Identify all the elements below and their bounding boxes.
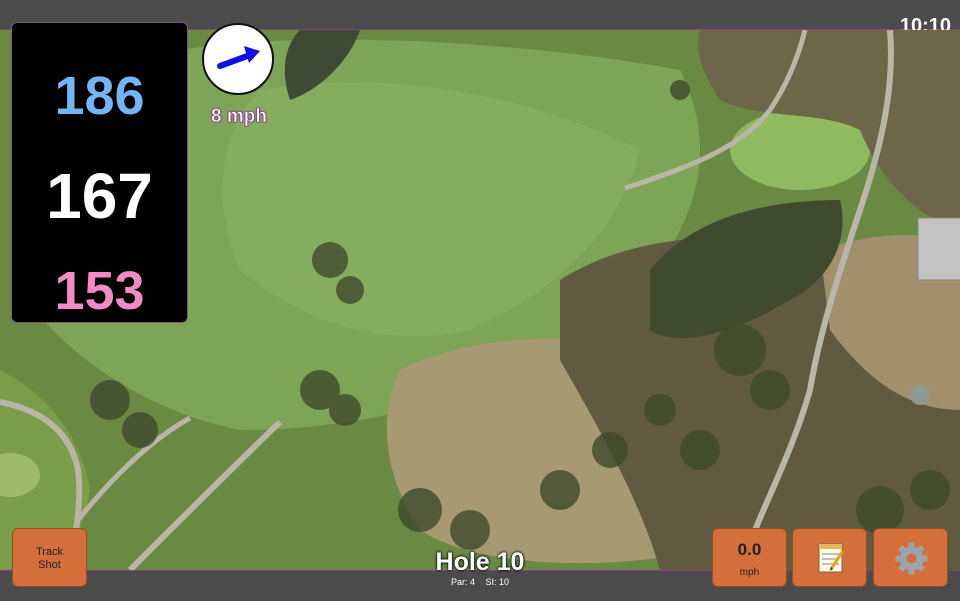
notes-button[interactable] <box>792 528 867 587</box>
settings-button[interactable] <box>873 528 948 587</box>
distance-back: 186 <box>54 66 145 126</box>
wind-arrow-icon <box>217 46 260 69</box>
track-label-line1: Track <box>35 546 64 558</box>
hole-par: Par: 4 <box>450 577 475 587</box>
speed-button[interactable]: 0.0 mph <box>712 528 787 587</box>
hole-title: Hole 10 <box>435 548 525 576</box>
notepad-icon <box>818 543 845 573</box>
speed-unit: mph <box>739 567 760 578</box>
distance-front: 153 <box>54 261 145 321</box>
distance-middle: 167 <box>46 160 153 232</box>
track-shot-button[interactable]: Track Shot <box>12 528 87 587</box>
wind-indicator[interactable] <box>202 23 274 95</box>
gear-icon <box>895 542 928 575</box>
hole-si: SI: 10 <box>485 577 510 587</box>
track-label-line2: Shot <box>38 559 61 571</box>
wind-speed: 8 mph <box>211 106 268 128</box>
distance-panel: 186 167 153 <box>11 22 188 323</box>
speed-value: 0.0 <box>737 540 762 559</box>
hole-info: Par: 4 SI: 10 <box>380 577 580 587</box>
